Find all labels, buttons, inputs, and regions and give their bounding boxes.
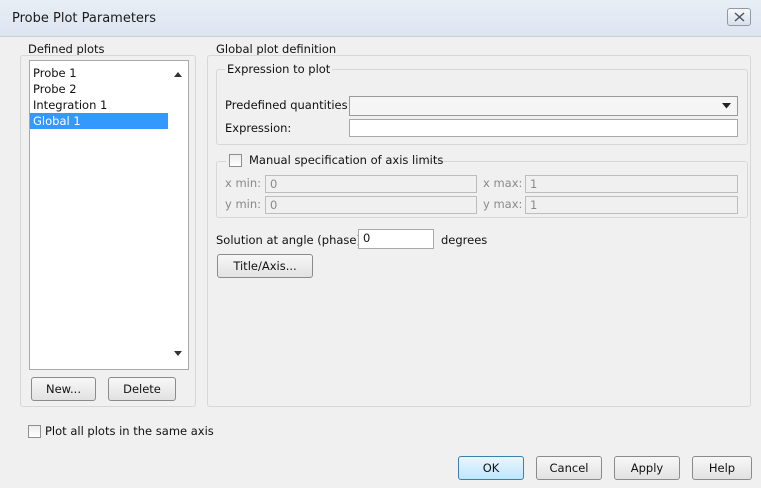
title-axis-button[interactable]: Title/Axis... <box>217 254 313 278</box>
x-min-input[interactable]: 0 <box>265 175 477 193</box>
scroll-up-arrow-icon[interactable] <box>170 67 186 83</box>
solution-angle-unit: degrees <box>441 233 488 247</box>
list-item[interactable]: Probe 2 <box>30 81 168 97</box>
axis-limits-legend: Manual specification of axis limits <box>226 153 443 169</box>
y-max-label: y max: <box>483 197 523 211</box>
list-item-label: Integration 1 <box>33 98 108 112</box>
close-button[interactable] <box>727 8 751 26</box>
chevron-down-icon <box>722 103 731 109</box>
y-min-label: y min: <box>225 197 262 211</box>
solution-angle-input[interactable]: 0 <box>358 229 434 249</box>
list-item-label: Probe 2 <box>33 82 77 96</box>
apply-button[interactable]: Apply <box>614 456 680 480</box>
plot-same-axis-label: Plot all plots in the same axis <box>45 424 214 438</box>
ok-button[interactable]: OK <box>458 456 524 480</box>
help-button[interactable]: Help <box>692 456 752 480</box>
defined-plots-label: Defined plots <box>28 42 105 56</box>
plot-same-axis-checkbox[interactable] <box>28 425 41 438</box>
x-max-label: x max: <box>483 176 523 190</box>
x-min-label: x min: <box>225 176 262 190</box>
list-item-label: Global 1 <box>33 114 81 128</box>
list-item[interactable]: Probe 1 <box>30 65 168 81</box>
solution-angle-label: Solution at angle (phase): <box>216 233 365 247</box>
manual-axis-limits-label: Manual specification of axis limits <box>249 153 444 167</box>
y-min-input[interactable]: 0 <box>265 196 477 214</box>
dialog-window: Probe Plot Parameters Defined plots Prob… <box>0 0 761 488</box>
close-icon <box>734 12 745 22</box>
defined-plots-list[interactable]: Probe 1 Probe 2 Integration 1 Global 1 <box>29 60 189 370</box>
x-max-input[interactable]: 1 <box>525 175 738 193</box>
expression-input[interactable] <box>349 119 738 137</box>
global-plot-definition-label: Global plot definition <box>216 42 337 56</box>
delete-button[interactable]: Delete <box>108 377 176 401</box>
scroll-down-arrow-icon[interactable] <box>170 345 186 361</box>
cancel-button[interactable]: Cancel <box>536 456 602 480</box>
predefined-quantities-label: Predefined quantities: <box>225 98 352 112</box>
title-bar[interactable]: Probe Plot Parameters <box>0 0 761 37</box>
expression-label: Expression: <box>225 121 292 135</box>
predefined-quantities-select[interactable] <box>349 96 738 116</box>
expression-to-plot-label: Expression to plot <box>225 62 333 76</box>
new-button[interactable]: New... <box>31 377 96 401</box>
manual-axis-limits-checkbox[interactable] <box>229 154 242 167</box>
list-item-selected[interactable]: Global 1 <box>30 113 168 129</box>
list-item[interactable]: Integration 1 <box>30 97 168 113</box>
y-max-input[interactable]: 1 <box>525 196 738 214</box>
window-title: Probe Plot Parameters <box>12 11 157 26</box>
list-item-label: Probe 1 <box>33 66 77 80</box>
